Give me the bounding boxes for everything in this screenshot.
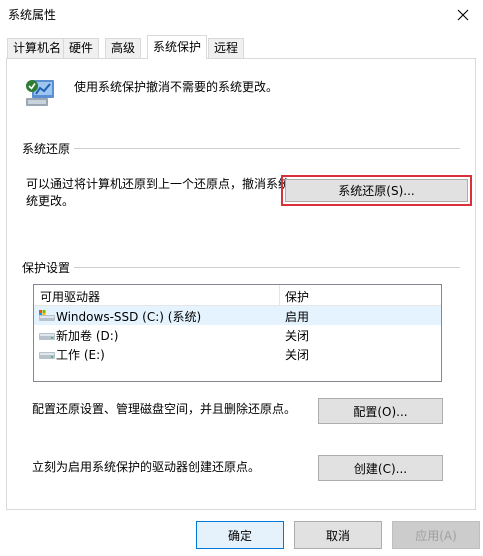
header-description: 使用系统保护撤消不需要的系统更改。: [74, 80, 279, 94]
tab-computer-name[interactable]: 计算机名: [7, 38, 68, 58]
system-restore-text-line1: 可以通过将计算机还原到上一个还原点，撤消系统: [26, 177, 291, 191]
protection-label: 保护设置: [22, 259, 75, 276]
configure-button[interactable]: 配置(O)...: [318, 398, 443, 424]
system-restore-text-line2: 统更改。: [26, 194, 75, 208]
drives-list[interactable]: 可用驱动器 保护 Windows-SSD (C:) (系统) 启用 新加卷 (D…: [33, 284, 442, 382]
cancel-button[interactable]: 取消: [294, 521, 382, 549]
create-button[interactable]: 创建(C)...: [318, 455, 443, 481]
title-bar: 系统属性: [0, 0, 483, 30]
system-restore-button[interactable]: 系统还原(S)...: [285, 179, 468, 202]
drive-state: 关闭: [285, 348, 310, 362]
system-restore-label: 系统还原: [22, 140, 75, 157]
drive-state: 关闭: [285, 329, 310, 343]
configure-text: 配置还原设置、管理磁盘空间，并且删除还原点。: [32, 402, 297, 416]
drive-state: 启用: [285, 310, 310, 324]
drive-row[interactable]: 工作 (E:) 关闭: [34, 344, 441, 363]
system-drive-icon: [39, 310, 55, 321]
close-icon: [457, 9, 469, 21]
tab-advanced[interactable]: 高级: [105, 38, 142, 58]
apply-button[interactable]: 应用(A): [392, 521, 480, 549]
drive-name: 工作 (E:): [56, 348, 105, 362]
column-protection[interactable]: 保护: [285, 288, 309, 305]
column-separator[interactable]: [279, 285, 280, 305]
ok-button[interactable]: 确定: [196, 521, 284, 549]
drive-icon: [39, 333, 55, 340]
drive-name: 新加卷 (D:): [56, 329, 119, 343]
tab-hardware[interactable]: 硬件: [63, 38, 100, 58]
drive-row[interactable]: Windows-SSD (C:) (系统) 启用: [34, 306, 441, 325]
close-button[interactable]: [443, 0, 483, 30]
list-header: 可用驱动器 保护: [34, 285, 441, 306]
drive-icon: [39, 352, 55, 359]
create-text: 立刻为启用系统保护的驱动器创建还原点。: [32, 460, 261, 474]
tab-system-protection[interactable]: 系统保护: [147, 35, 208, 59]
drive-name: Windows-SSD (C:) (系统): [56, 310, 202, 324]
column-drives[interactable]: 可用驱动器: [40, 288, 100, 305]
drive-row[interactable]: 新加卷 (D:) 关闭: [34, 325, 441, 344]
window-title: 系统属性: [8, 8, 57, 22]
protection-divider: [22, 267, 460, 268]
system-restore-divider: [22, 148, 460, 149]
system-protection-icon: [26, 80, 54, 106]
tab-remote[interactable]: 远程: [208, 38, 245, 58]
